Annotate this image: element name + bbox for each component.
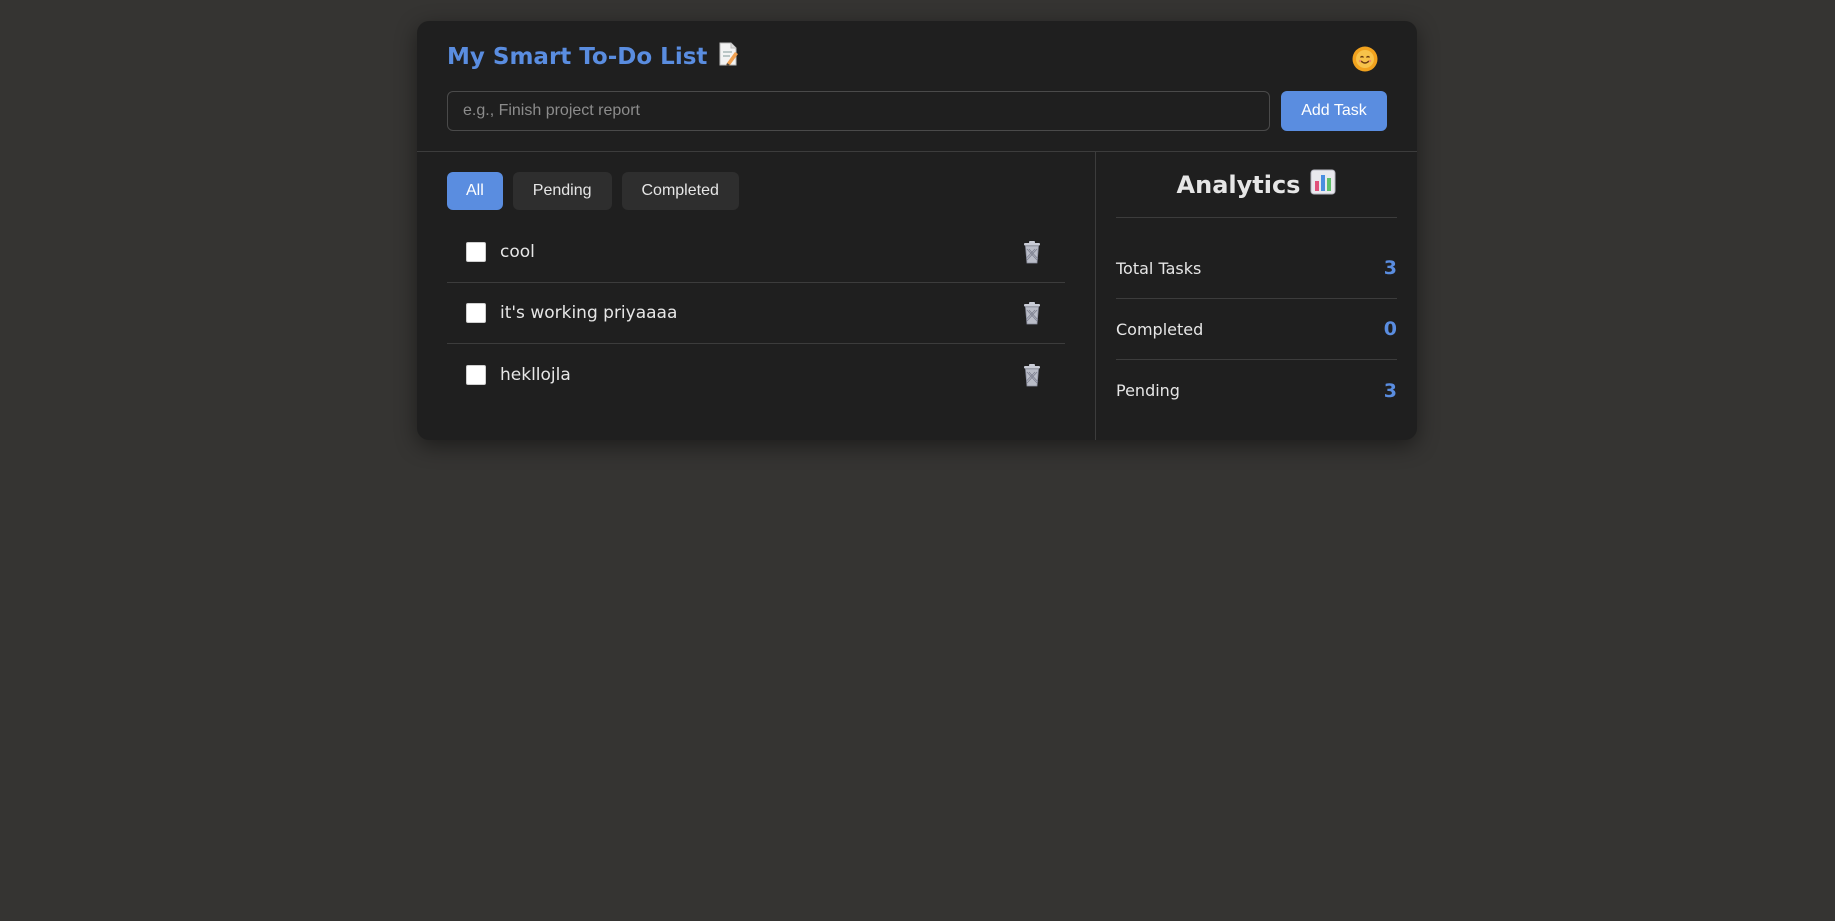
filter-all-button[interactable]: All bbox=[447, 172, 503, 210]
analytics-panel: Analytics Total Tasks 3 Completed 0 Pend… bbox=[1096, 152, 1417, 440]
filter-bar: All Pending Completed bbox=[447, 172, 1065, 210]
theme-toggle-button[interactable] bbox=[1351, 45, 1379, 73]
stat-label: Pending bbox=[1116, 381, 1180, 400]
trash-icon[interactable] bbox=[1021, 363, 1043, 387]
page-title: My Smart To-Do List bbox=[447, 42, 739, 72]
analytics-title-text: Analytics bbox=[1176, 170, 1301, 199]
task-item: cool bbox=[447, 222, 1065, 283]
filter-completed-button[interactable]: Completed bbox=[621, 172, 739, 210]
filter-pending-button[interactable]: Pending bbox=[512, 172, 612, 210]
trash-icon[interactable] bbox=[1021, 240, 1043, 264]
task-text: cool bbox=[500, 242, 535, 262]
task-panel: All Pending Completed cool it's working … bbox=[417, 152, 1096, 440]
stat-value: 0 bbox=[1383, 318, 1397, 340]
task-text: it's working priyaaaa bbox=[500, 303, 678, 323]
stat-label: Total Tasks bbox=[1116, 258, 1202, 278]
main-content: All Pending Completed cool it's working … bbox=[417, 152, 1417, 440]
stat-total: Total Tasks 3 bbox=[1116, 238, 1397, 299]
title-text: My Smart To-Do List bbox=[447, 44, 708, 70]
stat-completed: Completed 0 bbox=[1116, 299, 1397, 360]
sun-smile-icon bbox=[1351, 46, 1379, 77]
task-list: cool it's working priyaaaa hekllojla bbox=[447, 222, 1065, 405]
task-item: hekllojla bbox=[447, 344, 1065, 405]
task-checkbox[interactable] bbox=[466, 303, 486, 323]
todo-card: My Smart To-Do List e.g., Finish project… bbox=[417, 21, 1417, 440]
add-task-button[interactable]: Add Task bbox=[1281, 91, 1387, 131]
task-text: hekllojla bbox=[500, 364, 571, 385]
stat-pending: Pending 3 bbox=[1116, 360, 1397, 421]
memo-icon bbox=[717, 42, 739, 72]
stats-list: Total Tasks 3 Completed 0 Pending 3 bbox=[1116, 218, 1397, 421]
task-input[interactable] bbox=[447, 91, 1270, 131]
stat-value: 3 bbox=[1383, 379, 1397, 402]
task-checkbox[interactable] bbox=[466, 364, 486, 385]
bar-chart-icon bbox=[1310, 169, 1336, 201]
header: My Smart To-Do List e.g., Finish project… bbox=[417, 21, 1417, 152]
task-item: it's working priyaaaa bbox=[447, 283, 1065, 344]
analytics-title: Analytics bbox=[1116, 152, 1397, 218]
task-checkbox[interactable] bbox=[466, 242, 486, 262]
stat-label: Completed bbox=[1116, 319, 1204, 339]
stat-value: 3 bbox=[1383, 257, 1397, 279]
trash-icon[interactable] bbox=[1021, 301, 1043, 325]
